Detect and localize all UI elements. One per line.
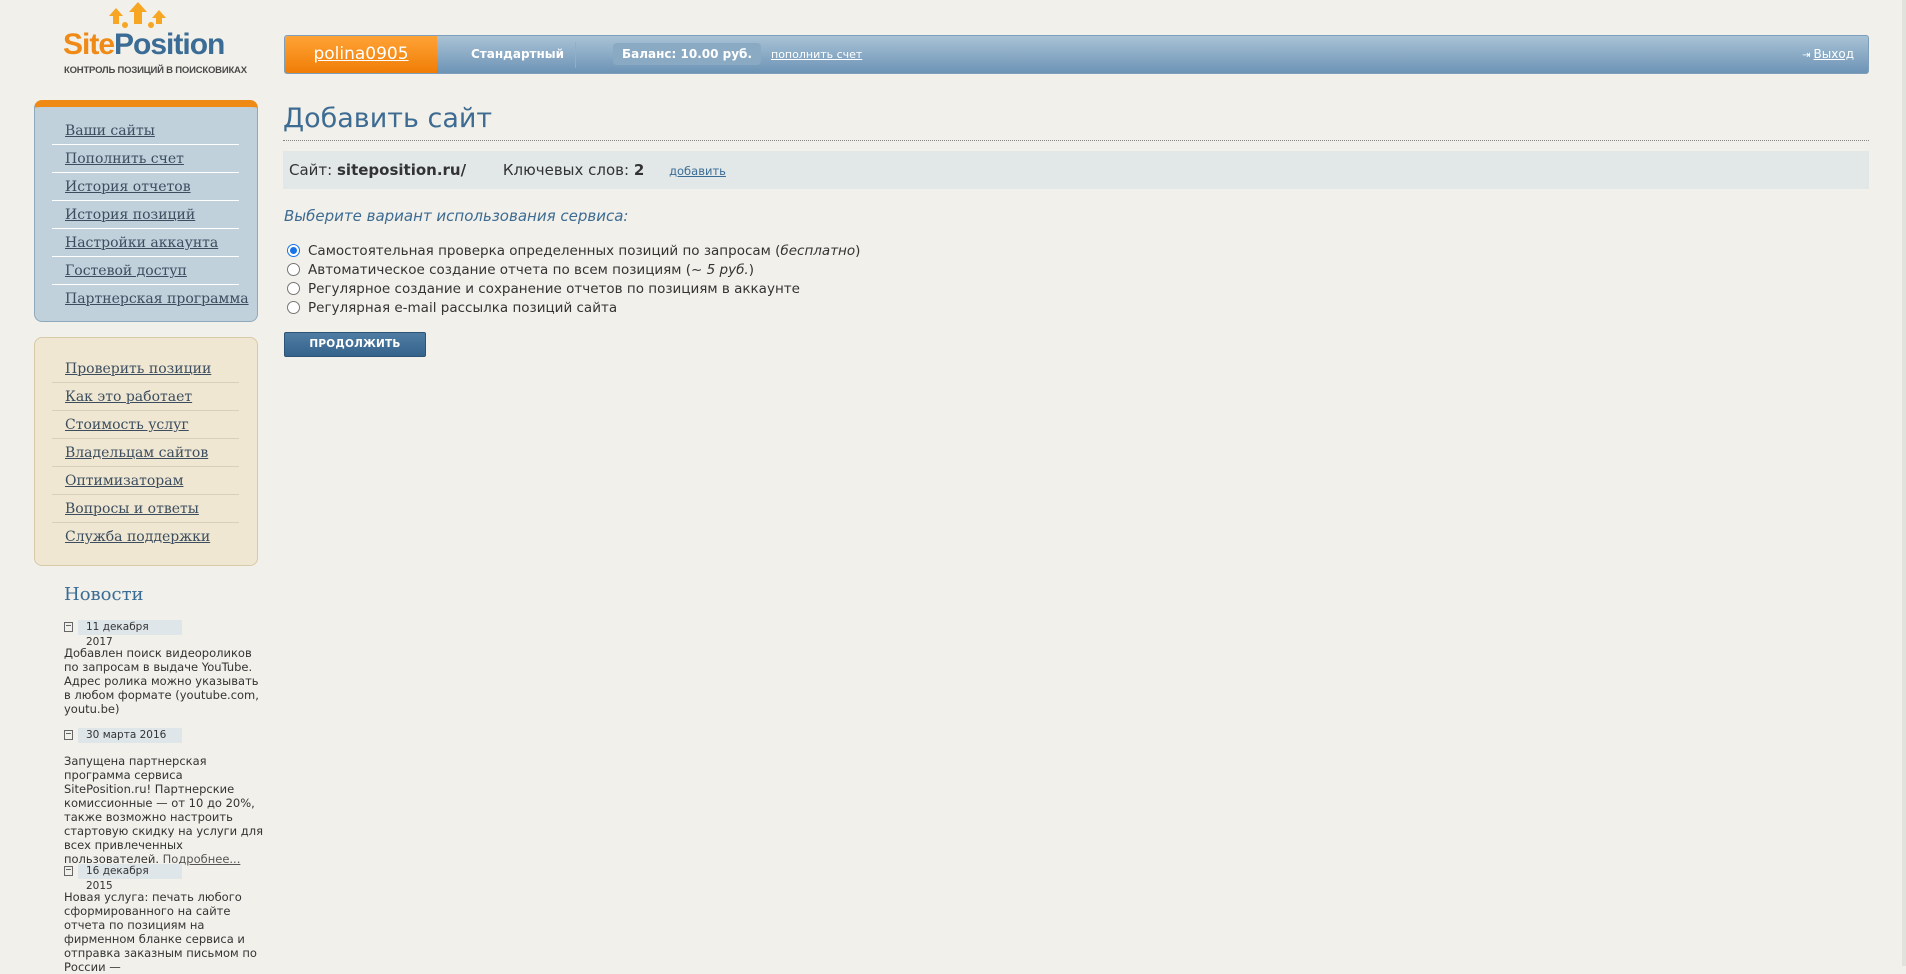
menu-item-account-settings[interactable]: Настройки аккаунта [52, 229, 239, 257]
news-text: Запущена партнерская программа сервиса S… [64, 754, 264, 866]
menu-item-optimizers[interactable]: Оптимизаторам [52, 467, 239, 495]
news-text: Новая услуга: печать любого сформированн… [64, 890, 257, 974]
service-options: Самостоятельная проверка определенных по… [287, 241, 860, 317]
site-value: siteposition.ru/ [337, 161, 467, 179]
username-badge: polina0905 [285, 36, 437, 73]
title-divider [283, 140, 1869, 141]
radio-auto-report[interactable] [287, 263, 300, 276]
add-keywords-link[interactable]: добавить [669, 164, 726, 178]
radio-self-check[interactable] [287, 244, 300, 257]
scrollbar-track[interactable] [1902, 0, 1906, 966]
news-item: 16 декабря 2015 Новая услуга: печать люб… [64, 864, 264, 974]
logout-link[interactable]: ⇥ Выход [1802, 47, 1854, 61]
choose-option-label: Выберите вариант использования сервиса: [284, 207, 629, 225]
menu-item-how-it-works[interactable]: Как это работает [52, 383, 239, 411]
news-date: 16 декабря 2015 [78, 864, 182, 892]
menu-item-your-sites[interactable]: Ваши сайты [52, 117, 239, 145]
news-item: 30 марта 2016 Запущена партнерская прогр… [64, 728, 264, 866]
radio-email-mailing[interactable] [287, 301, 300, 314]
menu-item-check-positions[interactable]: Проверить позиции [52, 355, 239, 383]
menu-item-partner-program[interactable]: Партнерская программа [52, 285, 249, 313]
news-heading: Новости [64, 584, 144, 605]
menu-item-faq[interactable]: Вопросы и ответы [52, 495, 239, 523]
info-menu: Проверить позиции Как это работает Стоим… [34, 337, 258, 566]
option-self-check[interactable]: Самостоятельная проверка определенных по… [287, 241, 860, 260]
keywords-count: 2 [633, 161, 645, 179]
news-date: 30 марта 2016 [78, 728, 182, 743]
plan-label: Стандартный [471, 47, 565, 61]
calendar-icon [64, 622, 73, 632]
keywords-label: Ключевых слов: [502, 161, 630, 179]
page-title: Добавить сайт [283, 103, 493, 134]
site-info-bar: Сайт: siteposition.ru/ Ключевых слов: 2 … [283, 151, 1869, 189]
option-email-mailing[interactable]: Регулярная e-mail рассылка позиций сайта [287, 298, 860, 317]
balance-badge: Баланс: 10.00 руб. [613, 43, 761, 65]
calendar-icon [64, 866, 73, 876]
menu-item-top-up[interactable]: Пополнить счет [52, 145, 239, 173]
account-menu: Ваши сайты Пополнить счет История отчето… [34, 100, 258, 322]
menu-item-guest-access[interactable]: Гостевой доступ [52, 257, 239, 285]
site-logo[interactable]: SitePosition КОНТРОЛЬ ПОЗИЦИЙ В ПОИСКОВИ… [63, 2, 247, 78]
option-regular-reports[interactable]: Регулярное создание и сохранение отчетов… [287, 279, 860, 298]
news-item: 11 декабря 2017 Добавлен поиск видеороли… [64, 620, 264, 716]
menu-item-position-history[interactable]: История позиций [52, 201, 239, 229]
username-link[interactable]: polina0905 [313, 44, 408, 64]
topbar-divider [575, 42, 576, 68]
radio-regular-reports[interactable] [287, 282, 300, 295]
site-label: Сайт: [289, 161, 333, 179]
logout-icon: ⇥ [1802, 50, 1811, 61]
menu-item-support[interactable]: Служба поддержки [52, 523, 239, 551]
option-auto-report[interactable]: Автоматическое создание отчета по всем п… [287, 260, 860, 279]
menu-item-report-history[interactable]: История отчетов [52, 173, 239, 201]
continue-button[interactable]: ПРОДОЛЖИТЬ [284, 332, 426, 357]
topup-link[interactable]: пополнить счет [771, 48, 862, 61]
logo-arrows-icon [109, 2, 166, 28]
logo-tagline: КОНТРОЛЬ ПОЗИЦИЙ В ПОИСКОВИКАХ [64, 65, 247, 76]
top-bar: polina0905 Стандартный Баланс: 10.00 руб… [284, 35, 1869, 74]
calendar-icon [64, 730, 73, 740]
menu-item-pricing[interactable]: Стоимость услуг [52, 411, 239, 439]
news-date: 11 декабря 2017 [78, 620, 182, 648]
news-text: Добавлен поиск видеороликов по запросам … [64, 646, 259, 716]
menu-item-site-owners[interactable]: Владельцам сайтов [52, 439, 239, 467]
logo-name: SitePosition [63, 28, 225, 61]
